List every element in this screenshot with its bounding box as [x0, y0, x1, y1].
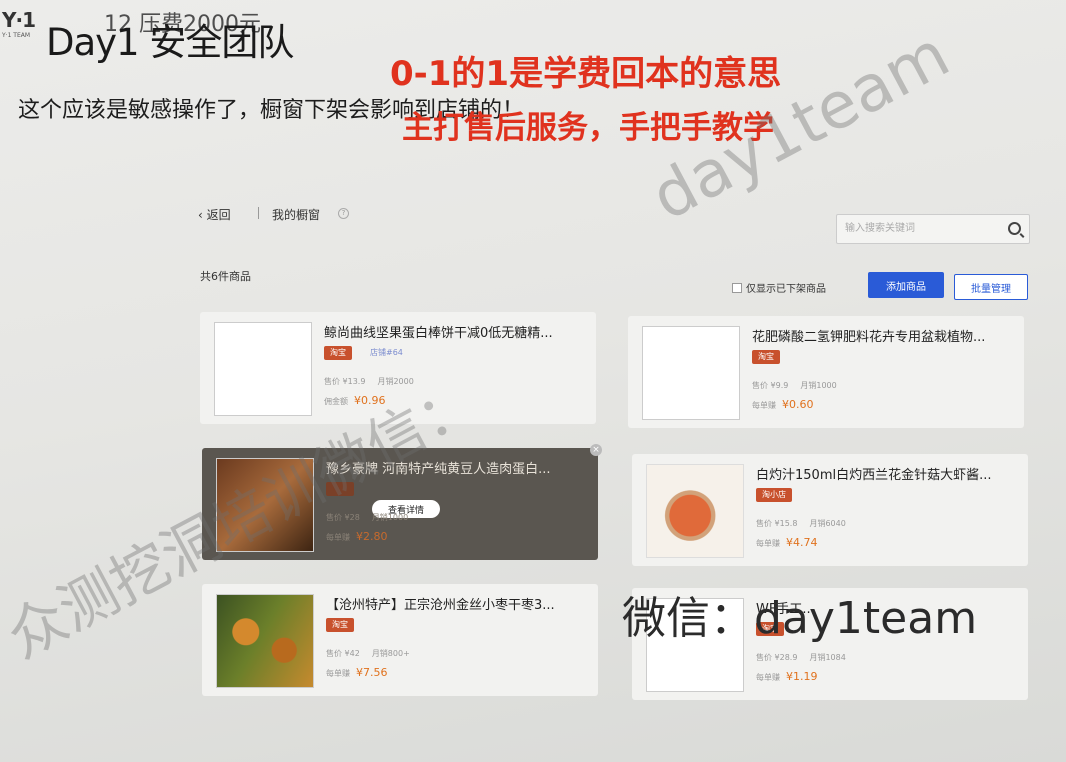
product-meta: 售价 ¥13.9 月销2000 [324, 376, 426, 387]
product-card[interactable]: 白灼汁150ml白灼西兰花金针菇大虾酱... 淘小店 售价 ¥15.8 月销604… [632, 454, 1028, 566]
product-sales: 月销2000 [377, 377, 414, 386]
product-price: 售价 ¥15.8 [756, 519, 798, 528]
logo-subtitle: Y·1 TEAM [2, 32, 31, 39]
product-card[interactable]: 【沧州特产】正宗沧州金丝小枣干枣3... 淘宝 售价 ¥42 月销800+ 每单赚… [202, 584, 598, 696]
back-link[interactable]: ‹ 返回 [198, 206, 231, 223]
product-card[interactable]: 花肥磷酸二氢钾肥料花卉专用盆栽植物... 淘宝 售价 ¥9.9 月销1000 每单… [628, 316, 1024, 428]
search-input[interactable] [837, 215, 1003, 241]
profit-value: ¥7.56 [356, 666, 388, 679]
product-image [642, 326, 740, 420]
product-title: 豫乡豪牌 河南特产纯黄豆人造肉蛋白... [326, 462, 551, 477]
product-image [216, 458, 314, 552]
profit-label: 每单赚 [756, 673, 780, 682]
product-price: 售价 ¥28 [326, 513, 360, 522]
promo-line-2: 主打售后服务，手把手教学 [402, 110, 774, 146]
product-sales: 月销1000 [371, 513, 409, 522]
platform-tag: 淘宝 [326, 482, 354, 496]
product-count: 共6件商品 [200, 270, 251, 283]
product-profit: 每单赚 ¥0.60 [752, 398, 814, 411]
product-card-hovered[interactable]: 豫乡豪牌 河南特产纯黄豆人造肉蛋白... 淘宝 查看详情 售价 ¥28 月销100… [202, 444, 602, 560]
product-profit: 每单赚 ¥1.19 [756, 670, 818, 683]
close-icon[interactable]: × [590, 444, 602, 456]
product-price: 售价 ¥28.9 [756, 653, 798, 662]
product-profit: 每单赚 ¥7.56 [326, 666, 388, 679]
product-card[interactable]: 鲸尚曲线坚果蛋白棒饼干减0低无糖精... 淘宝 店铺#64 售价 ¥13.9 月销… [200, 312, 596, 424]
search-icon[interactable] [1008, 222, 1021, 235]
product-price: 售价 ¥9.9 [752, 381, 789, 390]
product-profit: 每单赚 ¥4.74 [756, 536, 818, 549]
checkbox[interactable] [732, 282, 742, 293]
product-sales: 月销1084 [809, 653, 846, 662]
profit-label: 每单赚 [752, 401, 776, 410]
product-image [216, 594, 314, 688]
info-icon[interactable]: ? [338, 208, 349, 219]
divider [258, 207, 259, 219]
team-logo: Y·1 Y·1 TEAM [2, 10, 46, 39]
shop-tag: 店铺#64 [370, 348, 403, 357]
platform-tag: 淘小店 [756, 488, 792, 502]
search-box [836, 214, 1030, 244]
product-image [646, 464, 744, 558]
profit-value: ¥0.60 [782, 398, 814, 411]
filter-label: 仅显示已下架商品 [746, 284, 826, 295]
profit-value: ¥2.80 [356, 530, 388, 543]
product-meta: 售价 ¥9.9 月销1000 [752, 380, 849, 391]
batch-manage-button[interactable]: 批量管理 [954, 274, 1028, 300]
promo-line-1: 0-1的1是学费回本的意思 [390, 54, 782, 94]
logo-mark: Y·1 [2, 8, 36, 32]
profit-value: ¥0.96 [354, 394, 386, 407]
product-meta: 售价 ¥28.9 月销1084 [756, 652, 858, 663]
back-label: 返回 [206, 208, 231, 222]
product-price: 售价 ¥42 [326, 649, 360, 658]
product-meta: 售价 ¥28 月销1000 [326, 512, 420, 523]
profit-label: 佣金额 [324, 397, 348, 406]
product-sales: 月销800+ [371, 649, 410, 658]
platform-tag: 淘宝 [326, 618, 354, 632]
product-title: 白灼汁150ml白灼西兰花金针菇大虾酱... [756, 468, 992, 483]
product-profit: 佣金额 ¥0.96 [324, 394, 386, 407]
product-meta: 售价 ¥15.8 月销6040 [756, 518, 858, 529]
product-profit: 每单赚 ¥2.80 [326, 530, 388, 543]
product-title: 【沧州特产】正宗沧州金丝小枣干枣3... [326, 598, 555, 613]
profit-value: ¥4.74 [786, 536, 818, 549]
platform-tag: 淘宝 [752, 350, 780, 364]
product-meta: 售价 ¥42 月销800+ [326, 648, 422, 659]
platform-tag: 淘宝 [324, 346, 352, 360]
add-product-button[interactable]: 添加商品 [868, 272, 944, 298]
product-sales: 月销1000 [800, 381, 837, 390]
product-title: 花肥磷酸二氢钾肥料花卉专用盆栽植物... [752, 330, 986, 345]
product-sales: 月销6040 [809, 519, 846, 528]
page-title: 我的橱窗 [272, 208, 321, 222]
profit-label: 每单赚 [326, 669, 350, 678]
product-title: 鲸尚曲线坚果蛋白棒饼干减0低无糖精... [324, 326, 553, 341]
profit-label: 每单赚 [756, 539, 780, 548]
product-image [214, 322, 312, 416]
profit-label: 每单赚 [326, 533, 350, 542]
profit-value: ¥1.19 [786, 670, 818, 683]
product-price: 售价 ¥13.9 [324, 377, 366, 386]
wechat-contact: 微信：day1team [622, 593, 978, 644]
removed-only-filter[interactable]: 仅显示已下架商品 [732, 280, 826, 295]
team-title: Day1 安全团队 [46, 21, 294, 64]
top-bar: ‹ 返回 我的橱窗 ? [196, 196, 1036, 244]
